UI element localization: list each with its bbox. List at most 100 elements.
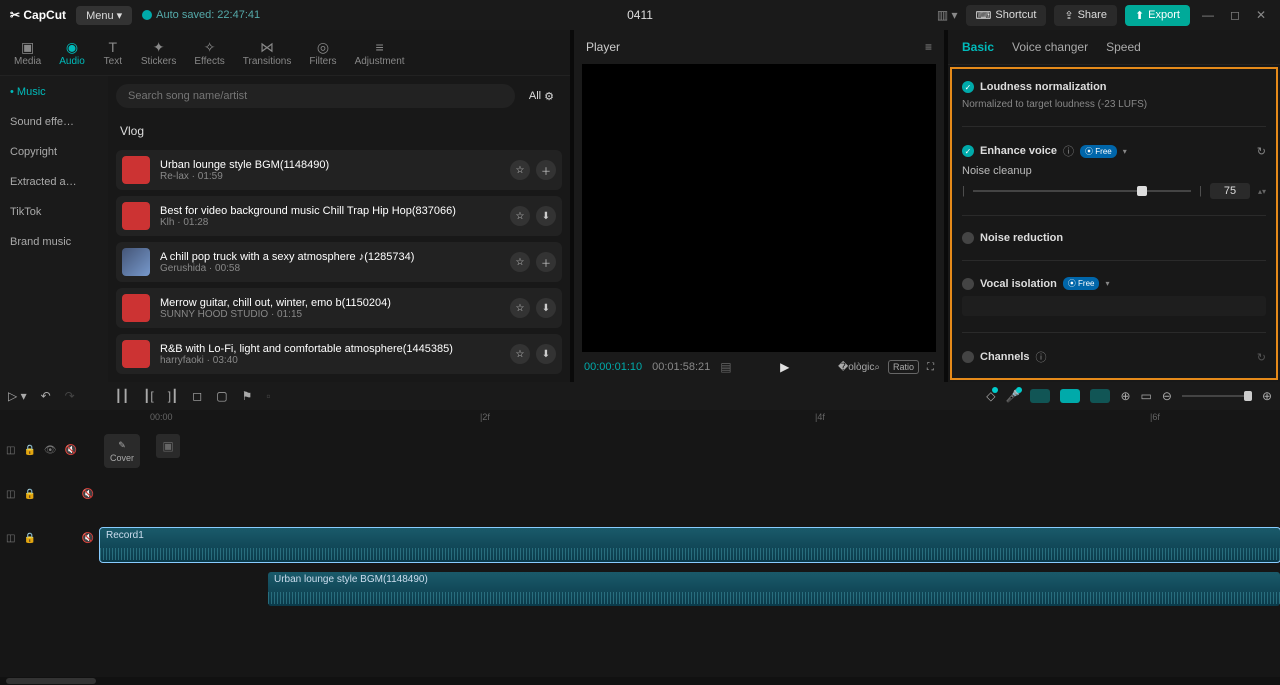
navtab-adjustment[interactable]: ≡Adjustment (347, 34, 413, 71)
minimize-icon[interactable]: — (1198, 8, 1218, 22)
noise-cleanup-value[interactable]: 75 (1210, 183, 1250, 199)
lock-icon[interactable]: 🔒 (23, 533, 35, 544)
audio-track-1[interactable]: Record1 (100, 524, 1280, 568)
props-tab-voice-changer[interactable]: Voice changer (1012, 40, 1088, 54)
snap-icon[interactable]: ◇ (986, 389, 995, 403)
ratio-button[interactable]: Ratio (888, 360, 919, 374)
fullscreen-icon[interactable]: ⛶ (927, 362, 934, 373)
trim-right-tool[interactable]: ]┃ (168, 389, 179, 403)
vocal-isolation-select[interactable] (962, 296, 1266, 316)
enhance-checkbox[interactable]: ✓ (962, 145, 974, 157)
favorite-icon[interactable]: ☆ (510, 252, 530, 272)
share-button[interactable]: ⇪ Share (1054, 5, 1117, 26)
add-icon[interactable]: ＋ (536, 160, 556, 180)
download-icon[interactable]: ⬇ (536, 344, 556, 364)
chevron-down-icon[interactable]: ▾ (1123, 147, 1127, 156)
favorite-icon[interactable]: ☆ (510, 298, 530, 318)
lock-icon[interactable]: 🔒 (23, 445, 35, 456)
revert-icon[interactable]: ↻ (1257, 145, 1266, 158)
clip-record1[interactable]: Record1 (100, 528, 1280, 562)
download-icon[interactable]: ⬇ (536, 206, 556, 226)
info-icon[interactable]: ⓘ (1036, 349, 1047, 365)
info-icon[interactable]: ⓘ (1063, 143, 1074, 159)
selection-tool[interactable]: ▷ ▾ (8, 389, 27, 403)
track-chip-3[interactable] (1090, 389, 1110, 403)
vocal-isolation-checkbox[interactable] (962, 278, 974, 290)
loudness-checkbox[interactable]: ✓ (962, 81, 974, 93)
list-view-icon[interactable]: ▤ (720, 360, 731, 374)
noise-reduction-checkbox[interactable] (962, 232, 974, 244)
undo-button[interactable]: ↶ (41, 389, 51, 403)
sidebar-item-music[interactable]: Music (0, 78, 108, 106)
player-viewport[interactable] (582, 64, 936, 352)
mute-icon[interactable]: 🔇 (82, 489, 94, 500)
sidebar-item-sound-effe-[interactable]: Sound effe… (0, 108, 108, 136)
shortcut-button[interactable]: ⌨ Shortcut (966, 5, 1047, 26)
channels-checkbox[interactable] (962, 351, 974, 363)
video-track[interactable]: ✎ Cover ▣ (100, 428, 1280, 524)
video-placeholder[interactable]: ▣ (156, 434, 180, 458)
song-row[interactable]: A chill pop truck with a sexy atmosphere… (116, 242, 562, 282)
align-icon[interactable]: ⊕ (1120, 389, 1130, 403)
sidebar-item-extracted-a-[interactable]: Extracted a… (0, 168, 108, 196)
zoom-thumb[interactable] (1244, 391, 1252, 401)
navtab-stickers[interactable]: ✦Stickers (133, 34, 185, 71)
slider-thumb[interactable] (1137, 186, 1147, 196)
export-button[interactable]: ⬆ Export (1125, 5, 1190, 26)
toggle-icon[interactable]: ◫ (6, 445, 15, 456)
track-lanes[interactable]: ✎ Cover ▣ Record1 Urban lounge style BGM… (100, 428, 1280, 677)
stepper-icon[interactable]: ▴▾ (1258, 187, 1266, 196)
flag-tool[interactable]: ⚑ (242, 389, 253, 403)
props-tab-basic[interactable]: Basic (962, 40, 994, 54)
timeline-ruler[interactable]: 00:00|2f|4f|6f (0, 410, 1280, 428)
track-chip-1[interactable] (1030, 389, 1050, 403)
filter-all-button[interactable]: All ⚙ (521, 86, 562, 107)
redo-button[interactable]: ↷ (65, 389, 75, 403)
props-tab-speed[interactable]: Speed (1106, 40, 1141, 54)
layout-icon[interactable]: ▥ ▾ (937, 8, 958, 22)
navtab-filters[interactable]: ◎Filters (301, 34, 344, 71)
navtab-effects[interactable]: ✧Effects (186, 34, 232, 71)
song-row[interactable]: R&B with Lo-Fi, light and comfortable at… (116, 334, 562, 374)
player-menu-icon[interactable]: ≡ (925, 40, 932, 54)
marker-tool[interactable]: ▢ (216, 389, 227, 403)
add-icon[interactable]: ＋ (536, 252, 556, 272)
zoom-in-icon[interactable]: ⊕ (1262, 389, 1272, 403)
chevron-down-icon[interactable]: ▾ (1105, 279, 1109, 288)
scrollbar-thumb[interactable] (6, 678, 96, 684)
revert-icon[interactable]: ↻ (1257, 351, 1266, 364)
trim-left-tool[interactable]: ┃[ (143, 389, 154, 403)
lock-icon[interactable]: 🔒 (23, 489, 35, 500)
search-input[interactable] (116, 84, 515, 108)
track-chip-2[interactable] (1060, 389, 1080, 403)
audio-track-2[interactable]: Urban lounge style BGM(1148490) (100, 568, 1280, 612)
song-row[interactable]: Best for video background music Chill Tr… (116, 196, 562, 236)
cover-button[interactable]: ✎ Cover (104, 434, 140, 468)
song-row[interactable]: Urban lounge style BGM(1148490) Re-lax ·… (116, 150, 562, 190)
mic-icon[interactable]: 🎤 (1006, 389, 1021, 403)
sidebar-item-copyright[interactable]: Copyright (0, 138, 108, 166)
navtab-text[interactable]: TText (95, 34, 131, 71)
crop-tool[interactable]: ◻ (192, 389, 202, 403)
mute-icon[interactable]: 🔇 (65, 445, 77, 456)
toggle-icon[interactable]: ◫ (6, 533, 15, 544)
toggle-icon[interactable]: ◫ (6, 489, 15, 500)
sidebar-item-brand-music[interactable]: Brand music (0, 228, 108, 256)
fit-icon[interactable]: ▭ (1141, 389, 1152, 403)
zoom-out-icon[interactable]: ⊖ (1162, 389, 1172, 403)
focus-icon[interactable]: �ològic⌕ (838, 362, 880, 373)
sidebar-item-tiktok[interactable]: TikTok (0, 198, 108, 226)
timeline-scrollbar[interactable] (0, 677, 1280, 685)
clip-urban-lounge[interactable]: Urban lounge style BGM(1148490) (268, 572, 1280, 606)
navtab-media[interactable]: ▣Media (6, 34, 49, 71)
menu-button[interactable]: Menu ▾ (76, 6, 132, 25)
eye-icon[interactable]: 👁 (44, 445, 57, 456)
song-row[interactable]: Merrow guitar, chill out, winter, emo b(… (116, 288, 562, 328)
close-icon[interactable]: ✕ (1252, 8, 1270, 22)
favorite-icon[interactable]: ☆ (510, 344, 530, 364)
favorite-icon[interactable]: ☆ (510, 160, 530, 180)
download-icon[interactable]: ⬇ (536, 298, 556, 318)
favorite-icon[interactable]: ☆ (510, 206, 530, 226)
zoom-slider[interactable] (1182, 395, 1252, 397)
mute-icon[interactable]: 🔇 (82, 533, 94, 544)
